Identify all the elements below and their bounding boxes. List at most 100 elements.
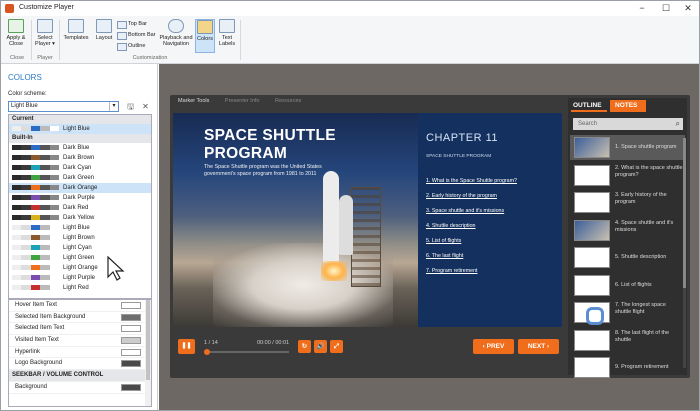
list-item[interactable]: Light Brown [9, 233, 151, 243]
apply-close-button[interactable]: Apply & Close [5, 19, 27, 47]
search-icon: ⌕ [675, 119, 680, 128]
property-row: Background [9, 382, 151, 394]
color-picker[interactable] [121, 348, 141, 356]
save-icon[interactable]: 🖫 [126, 102, 135, 111]
list-item[interactable]: Dark Purple [9, 193, 151, 203]
color-picker[interactable] [121, 383, 141, 391]
toc-link[interactable]: 7. Program retirement [426, 264, 556, 279]
list-item-label: Dark Yellow [63, 215, 95, 221]
outline-checkbox[interactable]: Outline [117, 41, 145, 51]
select-player-button[interactable]: Select Player ▾ [34, 19, 56, 47]
list-item[interactable]: Light Cyan [9, 243, 151, 253]
tab-outline[interactable]: OUTLINE [571, 100, 607, 112]
swatch [12, 225, 60, 230]
tab-presenter-info[interactable]: Presenter Info [225, 98, 260, 104]
swatch [12, 205, 60, 210]
outline-item[interactable]: 2. What is the space shuttle program? [570, 163, 685, 188]
close-button[interactable]: ✕ [677, 2, 699, 15]
bottom-bar-checkbox[interactable]: Bottom Bar [117, 30, 156, 40]
color-scheme-select[interactable]: Light Blue ▾ [8, 101, 119, 112]
toc-link[interactable]: 3. Space shuttle and it's missions [426, 204, 556, 219]
list-item[interactable]: Dark Orange [9, 183, 151, 193]
list-item-label: Light Cyan [63, 245, 92, 251]
group-player: Player [37, 55, 53, 61]
list-item[interactable]: Light Blue [9, 124, 151, 134]
color-picker[interactable] [121, 360, 141, 368]
outline-item[interactable]: 1. Space shuttle program [570, 135, 685, 160]
toc-link[interactable]: 5. List of flights [426, 234, 556, 249]
toc-link[interactable]: 6. The last flight [426, 249, 556, 264]
slide-thumbnail [574, 164, 610, 186]
list-item[interactable]: Light Green [9, 253, 151, 263]
replay-icon[interactable]: ↻ [298, 340, 311, 353]
seek-bar[interactable] [204, 349, 289, 355]
slide-thumbnail [574, 329, 610, 351]
fullscreen-icon[interactable]: ⤢ [330, 340, 343, 353]
check-icon [8, 19, 24, 33]
top-bar-checkbox[interactable]: Top Bar [117, 19, 147, 29]
slide-thumbnail [574, 247, 610, 268]
volume-icon[interactable]: 🔊 [314, 340, 327, 353]
outline-item[interactable]: 3. Early history of the program [570, 190, 685, 215]
tab-marker-tools[interactable]: Marker Tools [178, 98, 209, 104]
list-item[interactable]: Dark Red [9, 203, 151, 213]
list-item[interactable]: Light Purple [9, 273, 151, 283]
mouse-cursor-icon [107, 256, 125, 281]
property-row: Logo Background [9, 358, 151, 371]
seek-handle[interactable] [204, 349, 210, 355]
outline-scrollbar[interactable] [683, 138, 686, 368]
outline-item[interactable]: 6. List of flights [570, 273, 685, 298]
outline-item[interactable]: 5. Shuttle description [570, 245, 685, 270]
color-picker[interactable] [121, 313, 141, 321]
layout-button[interactable]: Layout [94, 19, 114, 41]
property-label: Selected Item Background [15, 313, 86, 320]
list-item[interactable]: Light Red [9, 283, 151, 293]
templates-button[interactable]: Templates [62, 19, 90, 41]
chevron-down-icon[interactable]: ▾ [109, 102, 118, 111]
color-picker[interactable] [121, 325, 141, 333]
swatch [12, 185, 60, 190]
list-item-label: Dark Brown [63, 155, 95, 161]
search-input[interactable]: Search ⌕ [573, 118, 683, 130]
outline-item[interactable]: 9. Program retirement [570, 355, 685, 380]
outline-item-label: 3. Early history of the program [615, 192, 667, 205]
color-picker[interactable] [121, 302, 141, 309]
property-label: Visited Item Text [15, 337, 59, 344]
outline-item[interactable]: 4. Space shuttle and it's missions [570, 218, 685, 243]
tab-resources[interactable]: Resources [275, 98, 301, 104]
delete-icon[interactable]: ✕ [141, 102, 150, 111]
seekbar-header: SEEKBAR / VOLUME CONTROL [9, 370, 151, 382]
colors-label: Colors [197, 36, 213, 42]
list-item[interactable]: Dark Cyan [9, 163, 151, 173]
minimize-button[interactable]: − [631, 2, 653, 15]
tab-notes[interactable]: NOTES [610, 100, 646, 112]
outline-item[interactable]: 8. The last flight of the shuttle [570, 328, 685, 353]
app-icon [5, 4, 14, 13]
builtin-header: Built-In [9, 134, 151, 143]
toc-link[interactable]: 1. What is the Space Shuttle program? [426, 174, 556, 189]
slide-thumbnail [574, 219, 610, 241]
playback-navigation-button[interactable]: Playback and Navigation [159, 19, 193, 47]
list-item[interactable]: Light Blue [9, 223, 151, 233]
pause-button[interactable]: ❚❚ [178, 339, 195, 354]
list-item[interactable]: Dark Yellow [9, 213, 151, 223]
list-item-label: Dark Purple [63, 195, 95, 201]
toc-link[interactable]: 2. Early history of the program [426, 189, 556, 204]
prev-button[interactable]: ‹ PREV [473, 339, 514, 354]
scheme-list[interactable]: Current Light Blue Built-In Dark Blue Dar… [8, 114, 152, 299]
properties-scrollbar[interactable] [145, 300, 151, 406]
list-item-label: Light Brown [63, 235, 95, 241]
palette-icon [197, 20, 213, 34]
color-picker[interactable] [121, 337, 141, 345]
list-item[interactable]: Dark Blue [9, 143, 151, 153]
outline-item[interactable]: 7. The longest space shuttle flight [570, 300, 685, 325]
list-item[interactable]: Dark Brown [9, 153, 151, 163]
colors-button[interactable]: Colors [195, 19, 215, 53]
swatch [12, 145, 60, 150]
next-button[interactable]: NEXT › [518, 339, 559, 354]
text-labels-button[interactable]: Text Labels [217, 19, 237, 47]
maximize-button[interactable]: ☐ [655, 2, 677, 15]
list-item[interactable]: Light Orange [9, 263, 151, 273]
toc-link[interactable]: 4. Shuttle description [426, 219, 556, 234]
list-item[interactable]: Dark Green [9, 173, 151, 183]
